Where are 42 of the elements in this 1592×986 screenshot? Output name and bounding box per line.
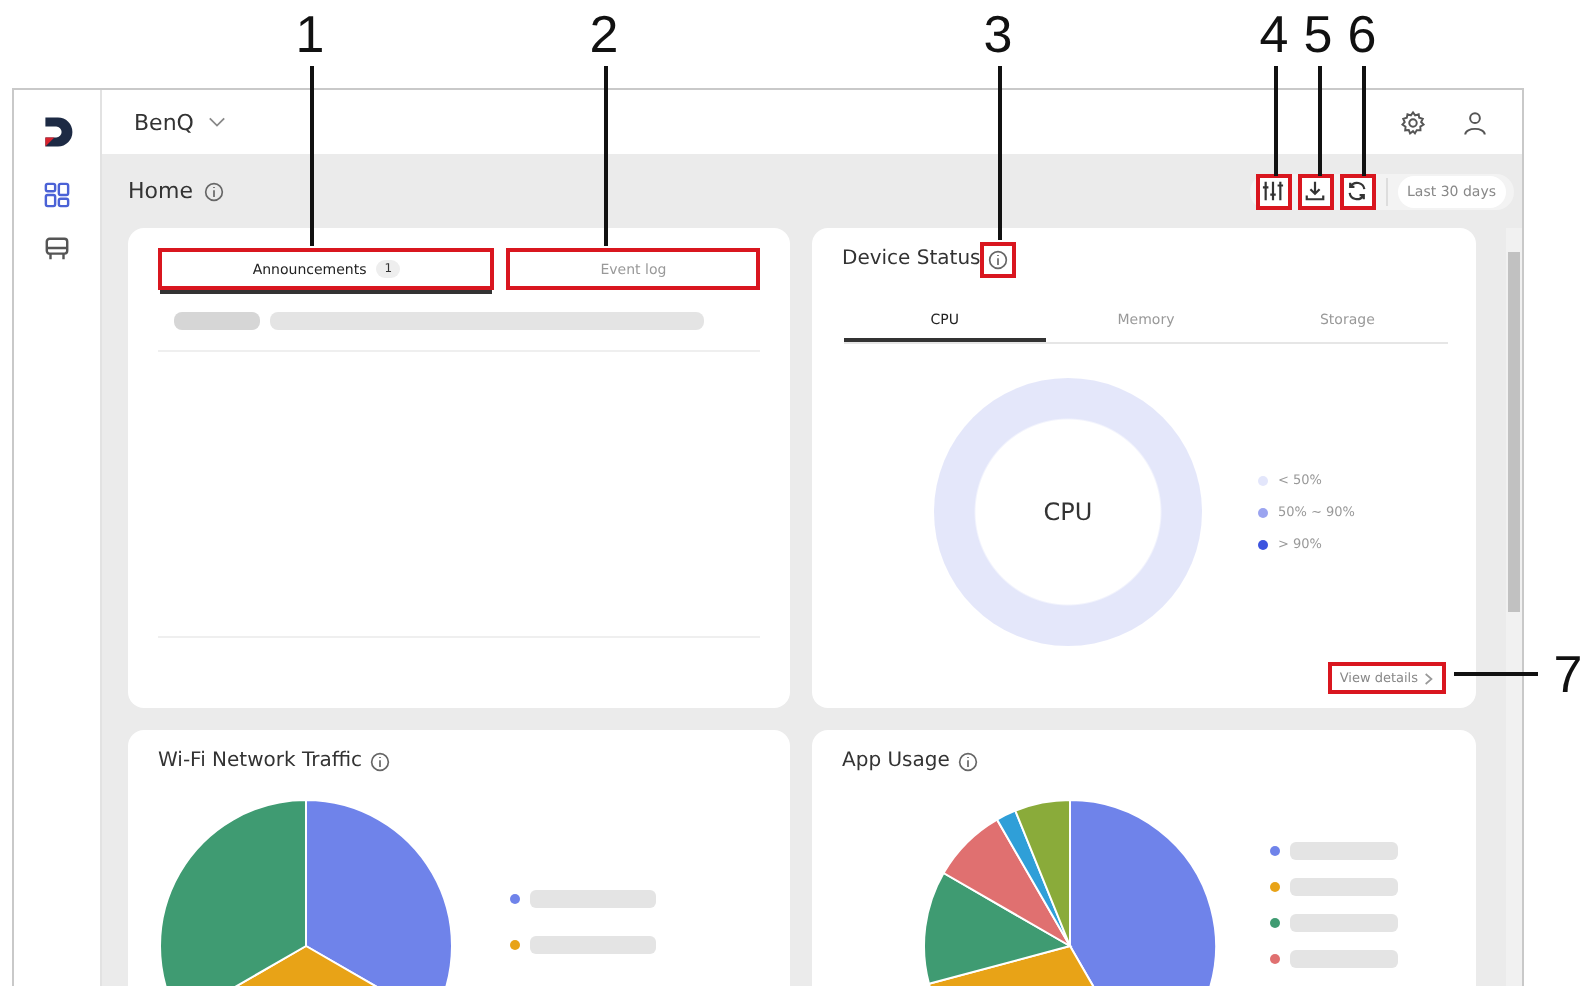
card-title: Device Status <box>842 248 981 270</box>
leader-line <box>1362 66 1365 176</box>
card-title: Wi-Fi Network Traffic <box>158 750 363 772</box>
info-icon[interactable] <box>957 751 978 771</box>
scroll-thumb[interactable] <box>1508 252 1520 612</box>
skeleton-bar <box>1290 914 1398 932</box>
leader-line <box>1274 66 1277 176</box>
skeleton-bar <box>530 890 656 908</box>
callout-number: 6 <box>1345 4 1379 64</box>
callout-number: 7 <box>1551 644 1585 704</box>
leader-line <box>1318 66 1321 176</box>
info-icon[interactable] <box>204 181 225 201</box>
logo-icon <box>40 114 76 150</box>
scrollbar[interactable] <box>1506 228 1522 986</box>
organization-dropdown[interactable]: BenQ <box>134 109 226 135</box>
leader-line <box>1454 672 1538 675</box>
chart-center-label: CPU <box>1043 498 1093 526</box>
callout-number: 5 <box>1301 4 1335 64</box>
skeleton-bar <box>1290 950 1398 968</box>
chevron-right-icon <box>1424 671 1434 685</box>
skeleton-bar <box>1290 842 1398 860</box>
refresh-button[interactable] <box>1339 173 1376 209</box>
callout-number: 3 <box>981 4 1015 64</box>
page-title: Home <box>128 178 193 204</box>
callout-number: 2 <box>587 4 621 64</box>
card-title: App Usage <box>842 750 950 772</box>
settings-icon[interactable] <box>1400 109 1426 135</box>
user-icon[interactable] <box>1462 109 1488 135</box>
filter-button[interactable] <box>1255 173 1292 209</box>
dashboard-icon[interactable] <box>44 182 70 208</box>
skeleton-bar <box>174 312 260 330</box>
info-icon[interactable] <box>370 751 391 771</box>
chevron-down-icon <box>207 116 226 128</box>
skeleton-bar <box>530 936 656 954</box>
refresh-icon <box>1346 180 1369 202</box>
monitor-icon[interactable] <box>44 236 70 262</box>
download-icon <box>1304 180 1327 202</box>
download-button[interactable] <box>1297 173 1334 209</box>
callout-number: 4 <box>1257 4 1291 64</box>
skeleton-bar <box>1290 878 1398 896</box>
callout-number: 1 <box>293 4 327 64</box>
sliders-icon <box>1262 180 1285 202</box>
